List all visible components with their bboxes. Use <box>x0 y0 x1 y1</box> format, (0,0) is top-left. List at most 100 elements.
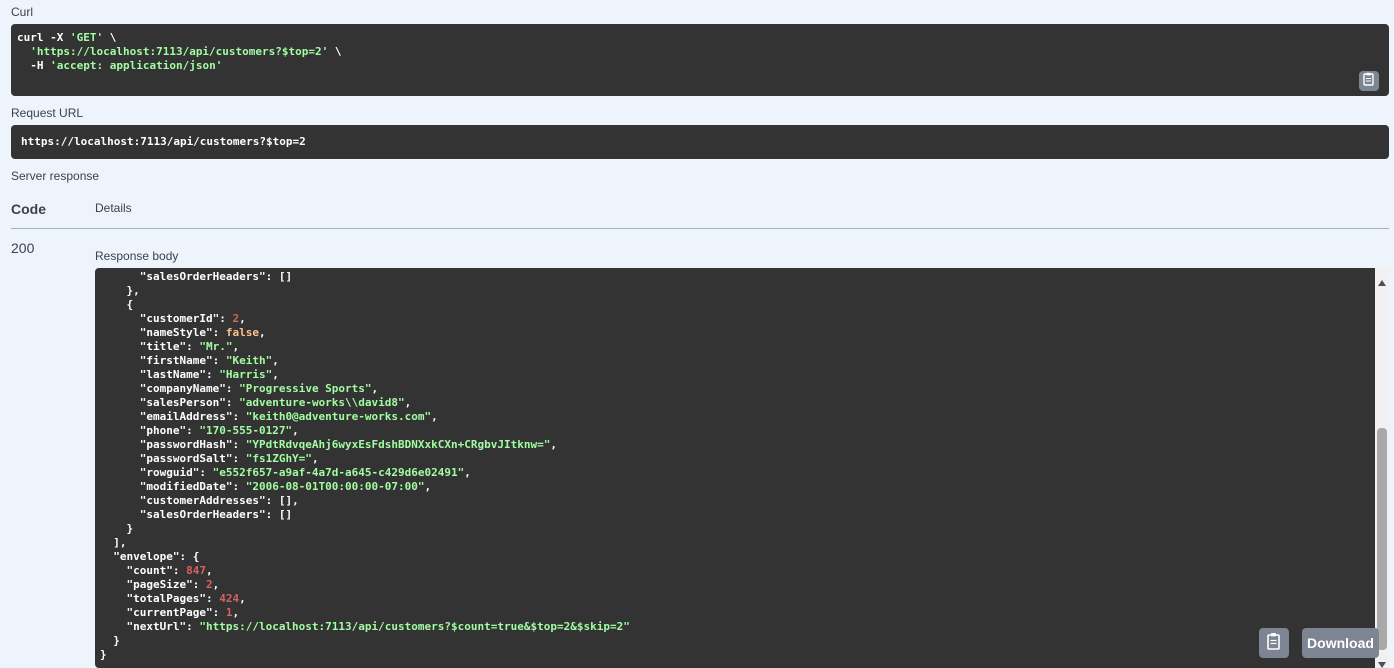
column-header-code: Code <box>11 201 46 217</box>
json-token: "customerAddresses" <box>100 494 266 507</box>
json-string: "fs1ZGhY=" <box>245 452 312 465</box>
json-token: : <box>172 564 187 577</box>
request-url-label: Request URL <box>11 106 84 120</box>
json-token: : <box>225 382 240 395</box>
curl-label: Curl <box>11 5 34 19</box>
column-header-details: Details <box>95 201 132 215</box>
json-token: { <box>100 298 134 311</box>
curl-method: 'GET' <box>69 31 104 44</box>
response-line: "phone": "170-555-0127", <box>100 424 630 438</box>
json-token: : <box>225 396 240 409</box>
json-token: "envelope" <box>100 550 180 563</box>
request-url-value: https://localhost:7113/api/customers?$to… <box>21 135 306 148</box>
json-token: "salesOrderHeaders" <box>100 508 266 521</box>
json-token: "salesPerson" <box>100 396 226 409</box>
curl-line-3: -H 'accept: application/json' <box>17 59 1383 73</box>
request-url-block[interactable]: https://localhost:7113/api/customers?$to… <box>11 125 1389 159</box>
json-token: "pageSize" <box>100 578 193 591</box>
json-token: : <box>232 452 246 465</box>
json-token: : <box>186 424 200 437</box>
json-token: , <box>272 368 279 381</box>
json-token: "lastName" <box>100 368 206 381</box>
json-token: "emailAddress" <box>100 410 233 423</box>
table-header-divider <box>11 228 1389 229</box>
response-line: "customerId": 2, <box>100 312 630 326</box>
curl-code-block[interactable]: curl -X 'GET' \ 'https://localhost:7113/… <box>11 24 1389 96</box>
json-token: : <box>212 606 226 619</box>
json-token: } <box>100 634 120 647</box>
json-token: : [] <box>265 508 293 521</box>
json-token: , <box>205 564 213 577</box>
response-line: "salesOrderHeaders": [] <box>100 508 630 522</box>
chevron-down-icon[interactable] <box>1378 655 1386 668</box>
clipboard-icon <box>1362 72 1376 91</box>
response-line: } <box>100 634 630 648</box>
json-token: : <box>205 368 220 381</box>
json-token: "nextUrl" <box>100 620 187 633</box>
response-line: "lastName": "Harris", <box>100 368 630 382</box>
json-token: : <box>232 410 246 423</box>
json-token: : { <box>179 550 200 563</box>
response-body-label: Response body <box>95 249 179 263</box>
response-line: } <box>100 648 630 662</box>
json-token: , <box>239 312 246 325</box>
json-token: : <box>192 578 206 591</box>
response-line: }, <box>100 284 630 298</box>
curl-command: curl -X <box>17 31 70 44</box>
json-token: , <box>292 424 299 437</box>
json-token: "totalPages" <box>100 592 206 605</box>
json-token: "salesOrderHeaders" <box>139 270 266 283</box>
json-string: "Harris" <box>219 368 273 381</box>
chevron-up-icon[interactable] <box>1378 273 1386 291</box>
response-line: "modifiedDate": "2006-08-01T00:00:00-07:… <box>100 480 630 494</box>
json-token: , <box>404 396 412 409</box>
json-token: , <box>431 410 438 423</box>
copy-response-button[interactable] <box>1259 628 1289 658</box>
json-string: "Mr." <box>199 340 233 353</box>
json-token: : <box>205 592 220 605</box>
response-line: ], <box>100 536 630 550</box>
json-token: , <box>371 382 379 395</box>
response-line: { <box>100 298 630 312</box>
response-line: "count": 847, <box>100 564 630 578</box>
curl-header-flag: -H <box>17 59 51 72</box>
json-string: "adventure-works\\david8" <box>239 396 405 409</box>
json-token: : [], <box>265 494 299 507</box>
json-token: ], <box>100 536 127 549</box>
json-token: : <box>232 438 246 451</box>
curl-line-continuation: \ <box>328 45 342 58</box>
response-body-block[interactable]: "salesOrderHeaders": [] }, { "customerId… <box>95 268 1375 668</box>
json-token: , <box>550 438 557 451</box>
json-string: "e552f657-a9af-4a7d-a645-c429d6e02491" <box>212 466 465 479</box>
copy-curl-button[interactable] <box>1359 71 1379 91</box>
response-scrollbar[interactable] <box>1375 268 1389 668</box>
response-status-code: 200 <box>11 240 35 256</box>
clipboard-icon <box>1266 632 1282 655</box>
response-line: "passwordHash": "YPdtRdvqeAhj6wyxEsFdshB… <box>100 438 630 452</box>
json-token: : <box>186 620 200 633</box>
json-token: , <box>424 480 432 493</box>
json-token: "passwordSalt" <box>100 452 233 465</box>
download-button[interactable]: Download <box>1302 628 1379 658</box>
response-line: "firstName": "Keith", <box>100 354 630 368</box>
response-line: "salesOrderHeaders": [] <box>100 270 630 284</box>
response-line: "emailAddress": "keith0@adventure-works.… <box>100 410 630 424</box>
json-token: "firstName" <box>100 354 213 367</box>
json-string: "keith0@adventure-works.com" <box>245 410 432 423</box>
response-line: "companyName": "Progressive Sports", <box>100 382 630 396</box>
json-boolean: false <box>225 326 259 339</box>
response-line: "totalPages": 424, <box>100 592 630 606</box>
json-token: "currentPage" <box>100 606 213 619</box>
json-token: , <box>258 326 266 339</box>
json-token: , <box>272 354 279 367</box>
json-number: 847 <box>186 564 206 577</box>
json-token: "phone" <box>100 424 187 437</box>
response-line: "customerAddresses": [], <box>100 494 630 508</box>
curl-line-1: curl -X 'GET' \ <box>17 31 1383 45</box>
scrollbar-thumb[interactable] <box>1377 428 1387 650</box>
json-token: "nameStyle" <box>100 326 213 339</box>
json-token: "passwordHash" <box>100 438 233 451</box>
response-json: "salesOrderHeaders": [] }, { "customerId… <box>100 270 630 662</box>
json-string: "Progressive Sports" <box>239 382 372 395</box>
